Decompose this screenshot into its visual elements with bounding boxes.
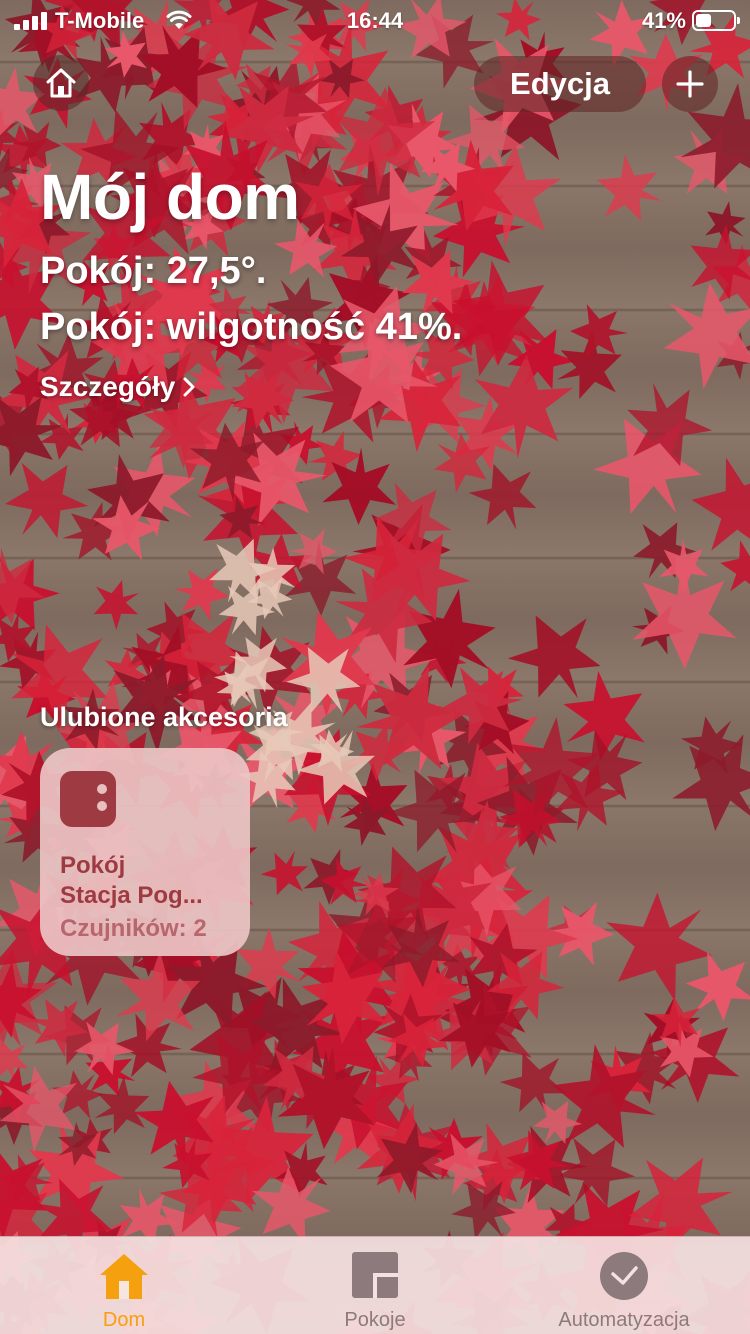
checkmark-circle-icon [600,1252,648,1300]
humidity-summary: Pokój: wilgotność 41%. [40,306,463,348]
tab-bar: Dom Pokoje Automatyzacja [0,1236,750,1334]
clock: 16:44 [346,8,404,33]
leaf-decoration [633,522,697,579]
tab-automatyzacja[interactable]: Automatyzacja [544,1237,704,1334]
leaf-decoration [596,154,663,222]
tab-dom[interactable]: Dom [64,1237,184,1334]
leaf-decoration [720,540,750,592]
leaf-decoration [672,734,750,832]
rooms-tab-icon [352,1252,398,1298]
tab-automatyzacja-label: Automatyzacja [558,1309,690,1331]
edit-button[interactable]: Edycja [474,56,646,112]
home-icon [46,68,76,98]
home-button[interactable] [33,55,89,111]
status-bar: T-Mobile 16:44 41% [0,0,750,40]
details-label: Szczegóły [40,371,176,402]
temperature-summary: Pokój: 27,5°. [40,250,267,292]
chevron-right-icon [183,377,195,397]
leaf-decoration [260,850,308,896]
plus-icon [676,70,704,98]
house-tab-icon [100,1254,148,1299]
tab-pokoje[interactable]: Pokoje [315,1237,435,1334]
sensor-icon [60,771,116,827]
tab-dom-label: Dom [102,1309,146,1331]
tab-pokoje-label: Pokoje [344,1309,406,1331]
page-title: Mój dom [40,161,300,233]
leaf-decoration [93,580,140,630]
accessory-title: Stacja Pog... [60,882,203,909]
add-button[interactable] [662,56,718,112]
accessory-name: Pokój Stacja Pog... [60,851,240,911]
accessory-status: Czujników: 2 [60,915,207,942]
accessory-room: Pokój [60,852,126,879]
battery-percent: 41% [641,8,686,33]
favorites-section-title: Ulubione akcesoria [40,702,288,732]
details-link[interactable]: Szczegóły [40,371,195,403]
battery-icon [692,10,740,31]
